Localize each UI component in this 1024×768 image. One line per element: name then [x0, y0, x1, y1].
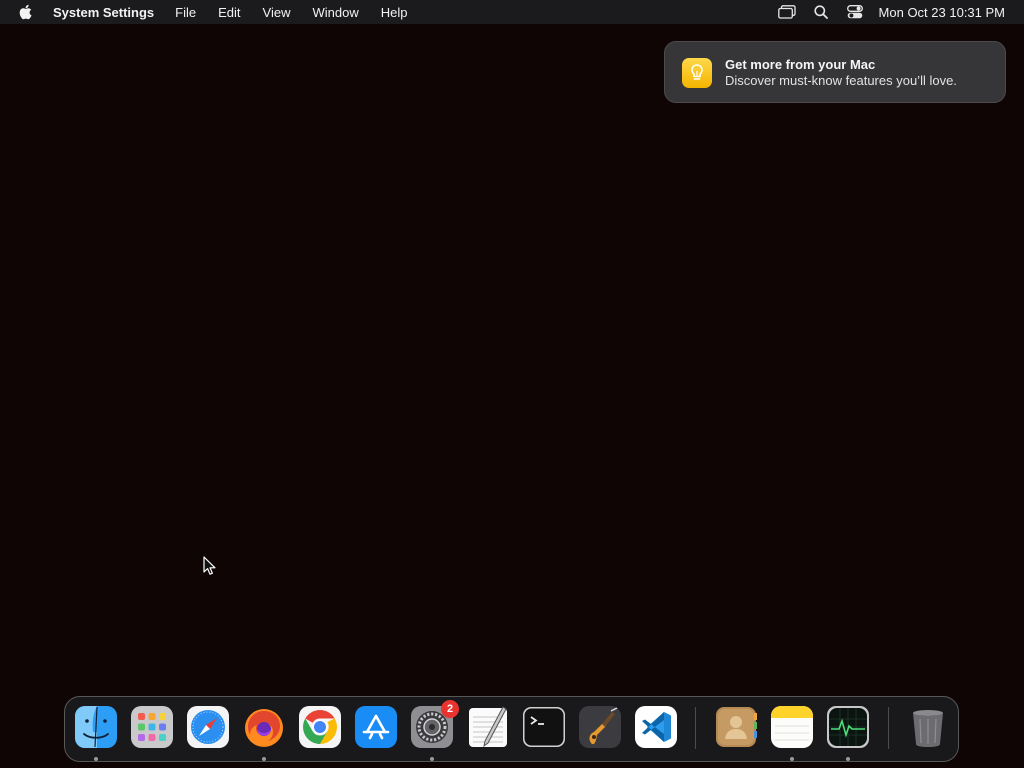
- menu-bar-status-area: Mon Oct 23 10:31 PM: [764, 0, 1005, 24]
- dock-app-system-settings[interactable]: 2: [410, 700, 459, 749]
- menu-edit[interactable]: Edit: [218, 5, 240, 20]
- dock-app-app-store[interactable]: [354, 705, 398, 749]
- vscode-icon: [635, 706, 677, 748]
- menu-file[interactable]: File: [175, 5, 196, 20]
- notes-icon: [771, 706, 813, 748]
- dock-app-notes[interactable]: [770, 705, 814, 749]
- firefox-icon: [245, 709, 283, 747]
- dock-app-trash[interactable]: [906, 705, 950, 749]
- dock-app-chrome[interactable]: [298, 705, 342, 749]
- dock-app-textedit[interactable]: [466, 705, 510, 749]
- spotlight-search-icon[interactable]: [810, 0, 832, 24]
- activity-monitor-icon: [827, 706, 869, 748]
- dock-separator: [888, 707, 889, 749]
- dock-app-activity-monitor[interactable]: [826, 705, 870, 749]
- menu-window[interactable]: Window: [312, 5, 358, 20]
- notification-badge: 2: [441, 700, 459, 718]
- dock-running-indicator: [790, 757, 794, 761]
- app-store-icon: [355, 706, 397, 748]
- dock-app-launchpad[interactable]: [130, 705, 174, 749]
- dock-app-garageband[interactable]: [578, 705, 622, 749]
- terminal-icon: [523, 707, 565, 747]
- dock-separator: [695, 707, 696, 749]
- lightbulb-icon: [682, 58, 712, 88]
- dock-app-vscode[interactable]: [634, 705, 678, 749]
- safari-icon: [187, 706, 229, 748]
- dock-running-indicator: [846, 757, 850, 761]
- dock-app-terminal[interactable]: [522, 705, 566, 749]
- control-center-icon[interactable]: [844, 0, 866, 24]
- menu-app-name[interactable]: System Settings: [53, 5, 154, 20]
- menu-help[interactable]: Help: [381, 5, 408, 20]
- apple-logo-icon[interactable]: [18, 3, 34, 21]
- garageband-icon: [579, 706, 621, 748]
- notification-banner[interactable]: Get more from your Mac Discover must-kno…: [664, 41, 1006, 103]
- dock-app-contacts[interactable]: [714, 705, 758, 749]
- launchpad-icon: [131, 706, 173, 748]
- dock-running-indicator: [94, 757, 98, 761]
- chrome-icon: [299, 706, 341, 748]
- menu-bar: System Settings File Edit View Window He…: [0, 0, 1024, 24]
- menu-view[interactable]: View: [263, 5, 291, 20]
- dock-running-indicator: [430, 757, 434, 761]
- textedit-icon: [469, 706, 507, 748]
- trash-icon: [913, 710, 943, 747]
- screen-mirroring-icon[interactable]: [776, 0, 798, 24]
- dock-app-firefox[interactable]: [242, 705, 286, 749]
- notification-body: Discover must-know features you’ll love.: [725, 73, 957, 88]
- finder-icon: [75, 706, 117, 748]
- dock-running-indicator: [262, 757, 266, 761]
- contacts-icon: [716, 707, 757, 747]
- dock-app-finder[interactable]: [74, 705, 118, 749]
- dock: 2: [64, 696, 959, 762]
- mouse-pointer-icon: [203, 556, 217, 576]
- dock-app-safari[interactable]: [186, 705, 230, 749]
- notification-title: Get more from your Mac: [725, 57, 876, 72]
- menu-bar-clock[interactable]: Mon Oct 23 10:31 PM: [879, 5, 1005, 20]
